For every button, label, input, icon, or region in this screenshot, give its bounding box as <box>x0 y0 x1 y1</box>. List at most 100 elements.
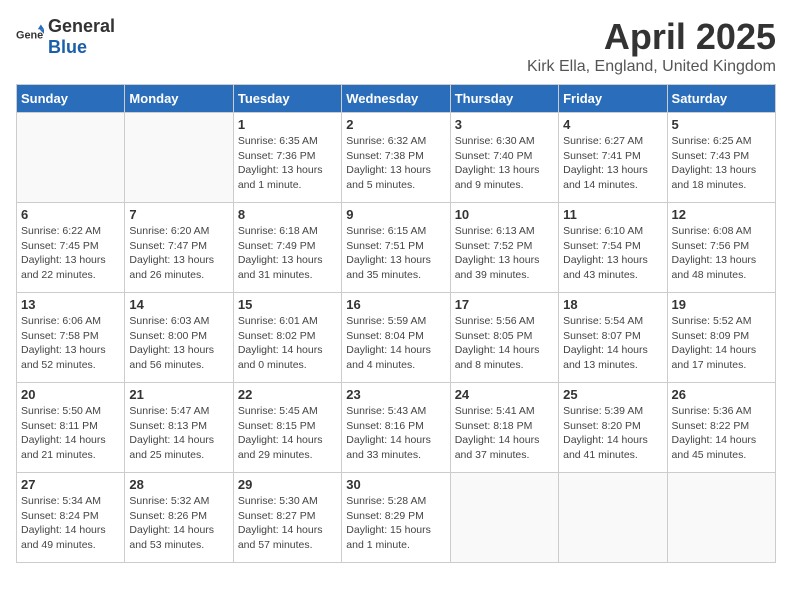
calendar-week-row: 6 Sunrise: 6:22 AMSunset: 7:45 PMDaylight… <box>17 203 776 293</box>
day-of-week-header: Monday <box>125 85 233 113</box>
day-number: 14 <box>129 297 228 312</box>
calendar-cell: 23Sunrise: 5:43 AMSunset: 8:16 PMDayligh… <box>342 383 450 473</box>
header: General General Blue April 2025 Kirk Ell… <box>16 16 776 76</box>
calendar-cell <box>125 113 233 203</box>
svg-text:General: General <box>16 30 44 42</box>
day-info: Sunrise: 6:20 AMSunset: 7:47 PMDaylight:… <box>129 224 228 283</box>
calendar-cell: 14 Sunrise: 6:03 AMSunset: 8:00 PMDayligh… <box>125 293 233 383</box>
calendar-cell: 26 Sunrise: 5:36 AMSunset: 8:22 PMDayligh… <box>667 383 775 473</box>
day-of-week-header: Sunday <box>17 85 125 113</box>
day-info: Sunrise: 6:18 AMSunset: 7:49 PMDaylight:… <box>238 224 337 283</box>
day-info: Sunrise: 5:36 AMSunset: 8:22 PMDaylight:… <box>672 404 771 463</box>
day-number: 8 <box>238 207 337 222</box>
day-number: 18 <box>563 297 662 312</box>
calendar-cell: 15Sunrise: 6:01 AMSunset: 8:02 PMDayligh… <box>233 293 341 383</box>
day-number: 30 <box>346 477 445 492</box>
calendar-cell: 11Sunrise: 6:10 AMSunset: 7:54 PMDayligh… <box>559 203 667 293</box>
calendar-cell <box>450 473 558 563</box>
day-number: 15 <box>238 297 337 312</box>
day-info: Sunrise: 5:56 AMSunset: 8:05 PMDaylight:… <box>455 314 554 373</box>
calendar-week-row: 20Sunrise: 5:50 AMSunset: 8:11 PMDayligh… <box>17 383 776 473</box>
calendar-cell: 2 Sunrise: 6:32 AMSunset: 7:38 PMDaylight… <box>342 113 450 203</box>
day-info: Sunrise: 6:13 AMSunset: 7:52 PMDaylight:… <box>455 224 554 283</box>
day-number: 21 <box>129 387 228 402</box>
day-info: Sunrise: 6:35 AMSunset: 7:36 PMDaylight:… <box>238 134 337 193</box>
day-of-week-header: Tuesday <box>233 85 341 113</box>
calendar-week-row: 27Sunrise: 5:34 AMSunset: 8:24 PMDayligh… <box>17 473 776 563</box>
day-number: 2 <box>346 117 445 132</box>
day-info: Sunrise: 5:39 AMSunset: 8:20 PMDaylight:… <box>563 404 662 463</box>
day-number: 4 <box>563 117 662 132</box>
day-info: Sunrise: 5:59 AMSunset: 8:04 PMDaylight:… <box>346 314 445 373</box>
day-of-week-header: Saturday <box>667 85 775 113</box>
day-info: Sunrise: 5:30 AMSunset: 8:27 PMDaylight:… <box>238 494 337 553</box>
day-info: Sunrise: 6:15 AMSunset: 7:51 PMDaylight:… <box>346 224 445 283</box>
calendar-cell: 5 Sunrise: 6:25 AMSunset: 7:43 PMDaylight… <box>667 113 775 203</box>
calendar-cell <box>667 473 775 563</box>
day-info: Sunrise: 5:32 AMSunset: 8:26 PMDaylight:… <box>129 494 228 553</box>
day-number: 19 <box>672 297 771 312</box>
day-number: 3 <box>455 117 554 132</box>
day-number: 13 <box>21 297 120 312</box>
day-info: Sunrise: 5:50 AMSunset: 8:11 PMDaylight:… <box>21 404 120 463</box>
day-info: Sunrise: 6:10 AMSunset: 7:54 PMDaylight:… <box>563 224 662 283</box>
day-info: Sunrise: 6:27 AMSunset: 7:41 PMDaylight:… <box>563 134 662 193</box>
logo: General General Blue <box>16 16 115 58</box>
day-info: Sunrise: 5:54 AMSunset: 8:07 PMDaylight:… <box>563 314 662 373</box>
calendar-cell: 6 Sunrise: 6:22 AMSunset: 7:45 PMDaylight… <box>17 203 125 293</box>
calendar-cell: 8 Sunrise: 6:18 AMSunset: 7:49 PMDaylight… <box>233 203 341 293</box>
day-number: 12 <box>672 207 771 222</box>
calendar-cell: 4 Sunrise: 6:27 AMSunset: 7:41 PMDaylight… <box>559 113 667 203</box>
day-info: Sunrise: 6:30 AMSunset: 7:40 PMDaylight:… <box>455 134 554 193</box>
day-number: 25 <box>563 387 662 402</box>
calendar-cell: 16Sunrise: 5:59 AMSunset: 8:04 PMDayligh… <box>342 293 450 383</box>
day-info: Sunrise: 6:08 AMSunset: 7:56 PMDaylight:… <box>672 224 771 283</box>
day-info: Sunrise: 5:52 AMSunset: 8:09 PMDaylight:… <box>672 314 771 373</box>
day-number: 28 <box>129 477 228 492</box>
day-number: 7 <box>129 207 228 222</box>
day-number: 5 <box>672 117 771 132</box>
day-number: 29 <box>238 477 337 492</box>
calendar-cell: 12 Sunrise: 6:08 AMSunset: 7:56 PMDayligh… <box>667 203 775 293</box>
day-of-week-header: Friday <box>559 85 667 113</box>
day-number: 6 <box>21 207 120 222</box>
day-of-week-header: Wednesday <box>342 85 450 113</box>
logo-icon: General <box>16 23 44 51</box>
calendar-week-row: 13 Sunrise: 6:06 AMSunset: 7:58 PMDayligh… <box>17 293 776 383</box>
calendar-cell: 20Sunrise: 5:50 AMSunset: 8:11 PMDayligh… <box>17 383 125 473</box>
day-number: 24 <box>455 387 554 402</box>
day-info: Sunrise: 5:47 AMSunset: 8:13 PMDaylight:… <box>129 404 228 463</box>
day-info: Sunrise: 6:03 AMSunset: 8:00 PMDaylight:… <box>129 314 228 373</box>
calendar: SundayMondayTuesdayWednesdayThursdayFrid… <box>16 84 776 563</box>
calendar-cell: 19 Sunrise: 5:52 AMSunset: 8:09 PMDayligh… <box>667 293 775 383</box>
calendar-cell: 28 Sunrise: 5:32 AMSunset: 8:26 PMDayligh… <box>125 473 233 563</box>
day-of-week-header: Thursday <box>450 85 558 113</box>
title-section: April 2025 Kirk Ella, England, United Ki… <box>527 16 776 76</box>
day-number: 26 <box>672 387 771 402</box>
location-title: Kirk Ella, England, United Kingdom <box>527 58 776 76</box>
day-number: 1 <box>238 117 337 132</box>
calendar-cell: 27Sunrise: 5:34 AMSunset: 8:24 PMDayligh… <box>17 473 125 563</box>
day-info: Sunrise: 5:41 AMSunset: 8:18 PMDaylight:… <box>455 404 554 463</box>
calendar-body: 1 Sunrise: 6:35 AMSunset: 7:36 PMDaylight… <box>17 113 776 563</box>
day-number: 23 <box>346 387 445 402</box>
day-number: 27 <box>21 477 120 492</box>
month-title: April 2025 <box>527 16 776 58</box>
calendar-cell: 13 Sunrise: 6:06 AMSunset: 7:58 PMDayligh… <box>17 293 125 383</box>
day-info: Sunrise: 5:28 AMSunset: 8:29 PMDaylight:… <box>346 494 445 553</box>
day-info: Sunrise: 6:06 AMSunset: 7:58 PMDaylight:… <box>21 314 120 373</box>
day-info: Sunrise: 6:22 AMSunset: 7:45 PMDaylight:… <box>21 224 120 283</box>
calendar-week-row: 1 Sunrise: 6:35 AMSunset: 7:36 PMDaylight… <box>17 113 776 203</box>
calendar-cell: 1 Sunrise: 6:35 AMSunset: 7:36 PMDaylight… <box>233 113 341 203</box>
calendar-cell: 18 Sunrise: 5:54 AMSunset: 8:07 PMDayligh… <box>559 293 667 383</box>
day-number: 10 <box>455 207 554 222</box>
day-info: Sunrise: 6:32 AMSunset: 7:38 PMDaylight:… <box>346 134 445 193</box>
calendar-cell: 7 Sunrise: 6:20 AMSunset: 7:47 PMDaylight… <box>125 203 233 293</box>
calendar-cell <box>559 473 667 563</box>
logo-general-text: General <box>48 16 115 36</box>
day-number: 17 <box>455 297 554 312</box>
calendar-cell: 30 Sunrise: 5:28 AMSunset: 8:29 PMDayligh… <box>342 473 450 563</box>
day-info: Sunrise: 6:25 AMSunset: 7:43 PMDaylight:… <box>672 134 771 193</box>
day-number: 9 <box>346 207 445 222</box>
day-number: 22 <box>238 387 337 402</box>
